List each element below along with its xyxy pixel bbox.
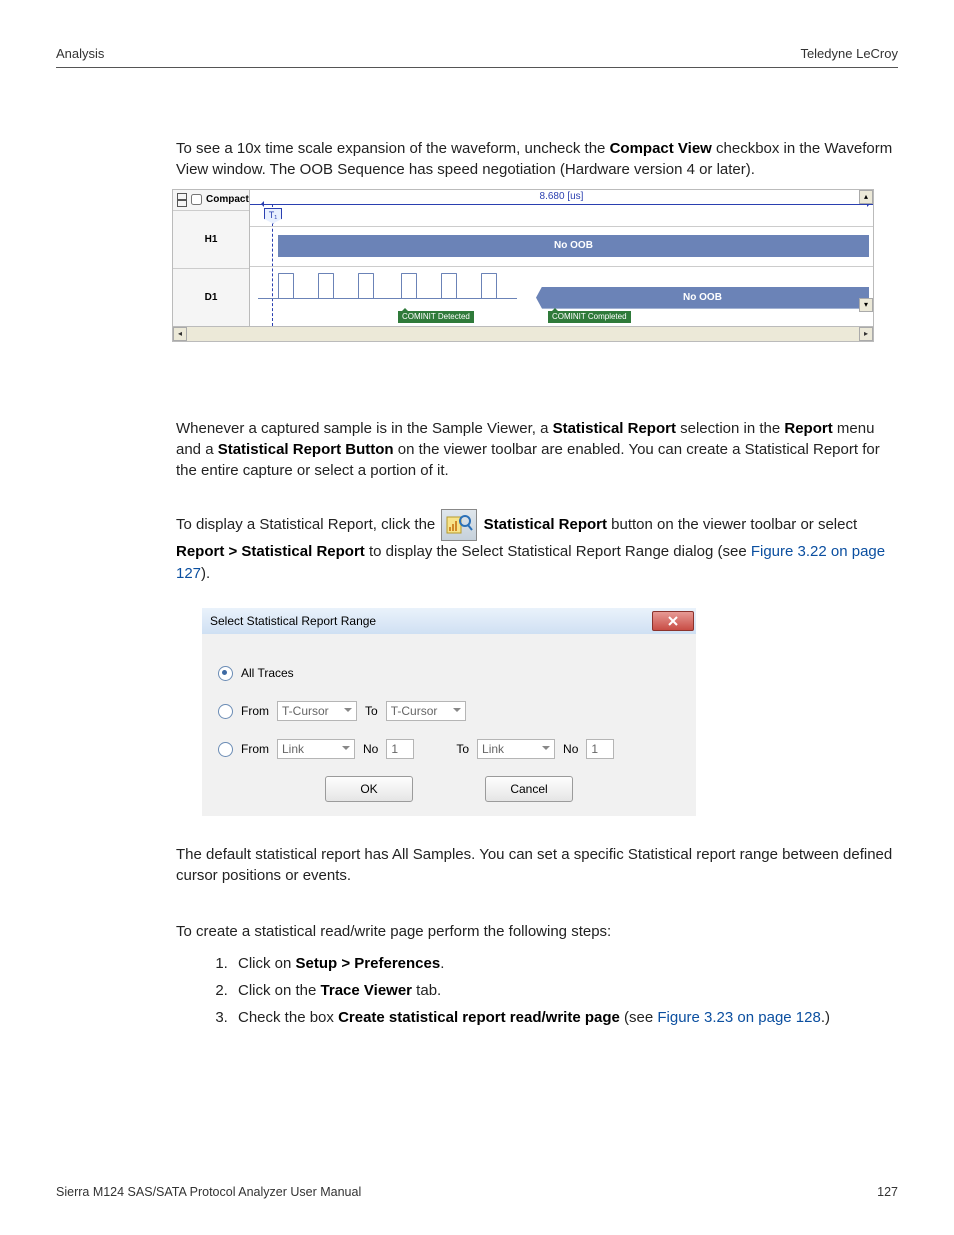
step-3: Check the box Create statistical report … xyxy=(232,1004,898,1031)
d1-no-oob: No OOB xyxy=(536,287,869,309)
to-cursor-combo[interactable]: T-Cursor xyxy=(386,701,466,721)
close-icon xyxy=(667,616,679,626)
lane-h1: No OOB xyxy=(250,226,873,267)
lane-label-h1: H1 xyxy=(173,211,249,269)
from-no-input[interactable]: 1 xyxy=(386,739,414,759)
from-link-combo[interactable]: Link xyxy=(277,739,355,759)
d1-pulses xyxy=(278,273,521,303)
to-link-combo[interactable]: Link xyxy=(477,739,555,759)
from-cursor-combo[interactable]: T-Cursor xyxy=(277,701,357,721)
chevron-down-icon xyxy=(453,708,461,716)
chevron-down-icon xyxy=(342,746,350,754)
lane-d1: No OOB COMINIT Detected COMINIT Complete… xyxy=(250,266,873,326)
scroll-up-icon[interactable]: ▴ xyxy=(859,190,873,204)
compact-checkbox[interactable] xyxy=(191,194,202,205)
toggle-icon xyxy=(177,193,187,207)
from-label-2: From xyxy=(241,742,269,756)
paragraph-compact-view: To see a 10x time scale expansion of the… xyxy=(176,138,898,181)
select-stat-report-range-dialog: Select Statistical Report Range All Trac… xyxy=(202,608,696,816)
to-label-2: To xyxy=(456,742,469,756)
dialog-title: Select Statistical Report Range xyxy=(210,614,376,628)
paragraph-steps-intro: To create a statistical read/write page … xyxy=(176,921,898,942)
ok-button[interactable]: OK xyxy=(325,776,413,802)
to-no-input[interactable]: 1 xyxy=(586,739,614,759)
footer-page: 127 xyxy=(877,1185,898,1199)
cursor-tag[interactable]: T₁ xyxy=(264,208,282,224)
paragraph-display-stat-report: To display a Statistical Report, click t… xyxy=(176,509,898,584)
waveform-screenshot: Compact H1 D1 8.680 [us] T₁ No OOB xyxy=(172,189,874,342)
radio-from-link[interactable] xyxy=(218,742,233,757)
h1-no-oob: No OOB xyxy=(278,235,869,257)
step-2: Click on the Trace Viewer tab. xyxy=(232,977,898,1004)
header-right: Teledyne LeCroy xyxy=(800,46,898,61)
radio-all-traces[interactable] xyxy=(218,666,233,681)
cancel-button[interactable]: Cancel xyxy=(485,776,573,802)
scroll-left-icon[interactable]: ◂ xyxy=(173,327,187,341)
chevron-down-icon xyxy=(542,746,550,754)
no-label-2: No xyxy=(563,742,578,756)
radio-from-cursor[interactable] xyxy=(218,704,233,719)
event-cominit-completed: COMINIT Completed xyxy=(548,311,631,323)
scroll-right-icon[interactable]: ▸ xyxy=(859,327,873,341)
dialog-close-button[interactable] xyxy=(652,611,694,631)
figure-link-3-23[interactable]: Figure 3.23 on page 128 xyxy=(657,1009,820,1026)
to-label-1: To xyxy=(365,704,378,718)
chevron-down-icon xyxy=(344,708,352,716)
footer-left: Sierra M124 SAS/SATA Protocol Analyzer U… xyxy=(56,1185,361,1199)
header-rule xyxy=(56,67,898,68)
event-cominit-detected: COMINIT Detected xyxy=(398,311,474,323)
compact-label: Compact xyxy=(206,194,249,205)
scroll-down-icon[interactable]: ▾ xyxy=(859,298,873,312)
lane-label-d1: D1 xyxy=(173,269,249,326)
horizontal-scrollbar[interactable]: ◂ ▸ xyxy=(173,326,873,341)
paragraph-stat-report-intro: Whenever a captured sample is in the Sam… xyxy=(176,418,898,482)
paragraph-default-report: The default statistical report has All S… xyxy=(176,844,898,887)
no-label-1: No xyxy=(363,742,378,756)
time-ruler xyxy=(250,204,873,205)
steps-list: Click on Setup > Preferences. Click on t… xyxy=(176,950,898,1031)
step-1: Click on Setup > Preferences. xyxy=(232,950,898,977)
from-label-1: From xyxy=(241,704,269,718)
statistical-report-icon[interactable] xyxy=(441,509,477,541)
time-scale-label: 8.680 [us] xyxy=(250,191,873,202)
header-left: Analysis xyxy=(56,46,104,61)
radio-all-traces-label: All Traces xyxy=(241,666,294,680)
